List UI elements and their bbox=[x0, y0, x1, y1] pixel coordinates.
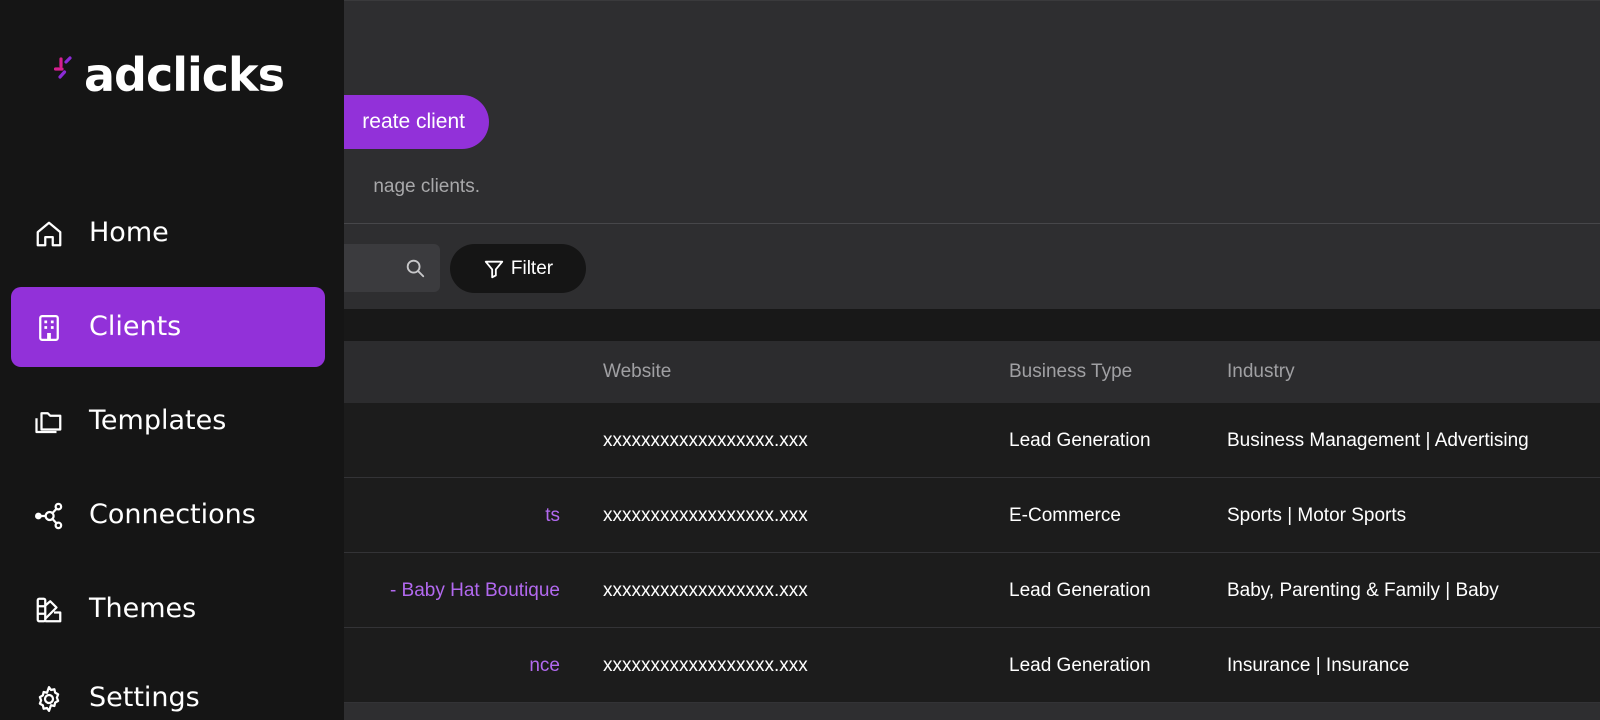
sidebar-item-home[interactable]: Home bbox=[11, 193, 325, 273]
sidebar-item-connections[interactable]: Connections bbox=[11, 475, 325, 555]
client-website: xxxxxxxxxxxxxxxxxx.xxx bbox=[603, 505, 808, 526]
logo-spark-icon bbox=[54, 56, 72, 79]
connections-icon bbox=[35, 502, 63, 530]
client-website: xxxxxxxxxxxxxxxxxx.xxx bbox=[603, 655, 808, 676]
header-divider bbox=[340, 223, 1600, 224]
client-website: xxxxxxxxxxxxxxxxxx.xxx bbox=[603, 430, 808, 451]
sidebar-item-label: Home bbox=[89, 217, 169, 248]
sidebar-item-label: Connections bbox=[89, 499, 256, 530]
sidebar-item-label: Themes bbox=[89, 593, 197, 624]
client-industry: Sports | Motor Sports bbox=[1227, 505, 1407, 526]
client-business-type: E-Commerce bbox=[1009, 505, 1121, 526]
themes-icon bbox=[36, 597, 62, 623]
sidebar-item-templates[interactable]: Templates bbox=[11, 381, 325, 461]
filter-button[interactable]: Filter bbox=[450, 244, 586, 293]
client-business-type: Lead Generation bbox=[1009, 580, 1151, 601]
sidebar-item-label: Settings bbox=[89, 682, 200, 713]
sidebar-item-label: Clients bbox=[89, 311, 182, 342]
create-client-label: reate client bbox=[362, 110, 465, 133]
brand-name: adclicks bbox=[84, 48, 285, 102]
folders-icon bbox=[35, 412, 62, 434]
column-header-industry[interactable]: Industry bbox=[1227, 341, 1295, 403]
app-root: reate client nage clients. Filter Websit… bbox=[0, 0, 1600, 720]
client-business-type: Lead Generation bbox=[1009, 430, 1151, 451]
sidebar: adclicks Home Clients Templates Connecti… bbox=[0, 0, 344, 720]
home-icon bbox=[36, 221, 62, 247]
column-header-website[interactable]: Website bbox=[603, 341, 671, 403]
column-header-business-type[interactable]: Business Type bbox=[1009, 341, 1132, 403]
client-industry: Business Management | Advertising bbox=[1227, 430, 1529, 451]
sidebar-item-clients[interactable]: Clients bbox=[11, 287, 325, 367]
client-industry: Baby, Parenting & Family | Baby bbox=[1227, 580, 1499, 601]
filter-label: Filter bbox=[510, 257, 554, 279]
search-icon[interactable] bbox=[404, 257, 426, 279]
filter-icon bbox=[484, 260, 504, 278]
client-business-type: Lead Generation bbox=[1009, 655, 1151, 676]
gear-icon bbox=[38, 686, 60, 712]
sidebar-item-settings[interactable]: Settings bbox=[11, 658, 325, 720]
sidebar-item-label: Templates bbox=[89, 405, 227, 436]
building-icon bbox=[39, 315, 59, 341]
client-industry: Insurance | Insurance bbox=[1227, 655, 1410, 676]
sidebar-item-themes[interactable]: Themes bbox=[11, 569, 325, 649]
client-website: xxxxxxxxxxxxxxxxxx.xxx bbox=[603, 580, 808, 601]
brand-logo[interactable]: adclicks bbox=[54, 48, 285, 102]
